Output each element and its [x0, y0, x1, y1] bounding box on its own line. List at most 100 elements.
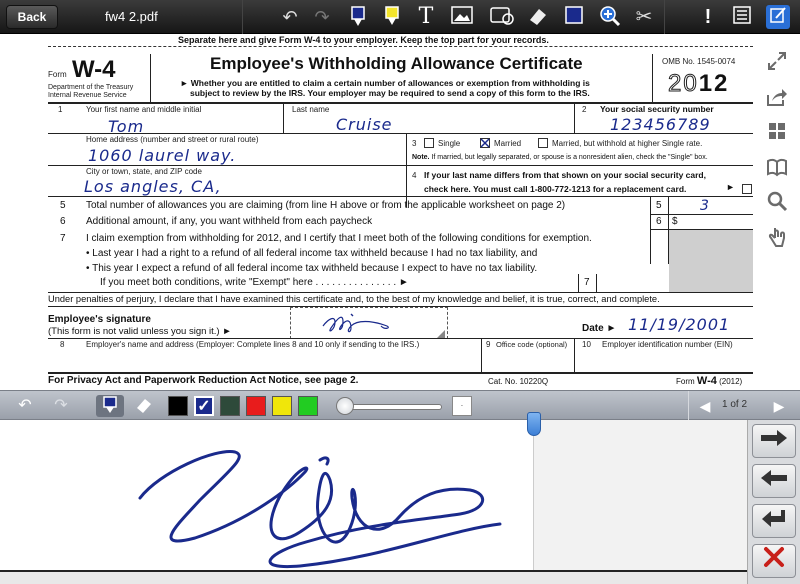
signature-label: Employee's signature — [48, 314, 151, 325]
cell-divider — [574, 338, 575, 374]
page-indicator: 1 of 2 — [722, 399, 748, 410]
ssn-field[interactable]: 123456789 — [610, 115, 711, 134]
married-higher-checkbox[interactable] — [538, 138, 548, 148]
search-icon[interactable] — [762, 190, 792, 220]
perjury-statement: Under penalties of perjury, I declare th… — [48, 294, 660, 304]
line7-text: I claim exemption from withholding for 2… — [86, 233, 592, 244]
signature-field[interactable] — [290, 307, 448, 339]
dollar-sign: $ — [672, 216, 678, 227]
stroke-width-slider[interactable] — [342, 404, 442, 410]
color-icon[interactable] — [562, 5, 586, 29]
color-swatch-black[interactable] — [168, 396, 188, 416]
page-list-icon[interactable] — [730, 5, 754, 29]
canvas-edge-handle[interactable] — [527, 412, 541, 436]
highlighter-icon[interactable] — [380, 5, 404, 29]
hand-icon[interactable] — [762, 226, 792, 256]
rule — [48, 372, 753, 374]
eraser-icon[interactable] — [132, 395, 156, 417]
line7-bullet1: • Last year I had a right to a refund of… — [86, 248, 538, 259]
privacy-notice: For Privacy Act and Paperwork Reduction … — [48, 375, 359, 386]
redo-icon[interactable]: ↷ — [310, 5, 334, 29]
catalog-number: Cat. No. 10220Q — [488, 377, 549, 386]
color-swatch-blue[interactable]: ✓ — [194, 396, 214, 416]
signature-canvas[interactable] — [0, 420, 533, 570]
scissors-icon[interactable]: ✂ — [632, 5, 656, 29]
cell-divider — [596, 274, 597, 292]
zoom-icon[interactable] — [598, 5, 622, 29]
line8-num: 8 — [60, 340, 65, 349]
line6-box: 6 — [656, 216, 662, 227]
name-differs-checkbox[interactable] — [742, 184, 752, 194]
married-label: Married — [494, 139, 522, 148]
shape-icon[interactable] — [490, 5, 514, 29]
color-swatch-yellow[interactable] — [272, 396, 292, 416]
share-icon[interactable] — [762, 86, 792, 116]
line6-text: Additional amount, if any, you want with… — [86, 216, 373, 227]
line7-exempt: If you meet both conditions, write "Exem… — [100, 277, 409, 288]
line5-text: Total number of allowances you are claim… — [86, 200, 566, 211]
color-swatch-green-dark[interactable] — [220, 396, 240, 416]
single-checkbox[interactable] — [424, 138, 434, 148]
pen-icon[interactable] — [96, 395, 124, 417]
line5-box: 5 — [656, 200, 662, 211]
prev-arrow-icon — [761, 470, 787, 486]
side-tools — [756, 34, 800, 390]
undo-icon[interactable]: ↶ — [14, 395, 36, 417]
tax-year: 2012 — [668, 70, 730, 98]
sign-icon[interactable] — [766, 5, 790, 29]
prev-page-icon[interactable]: ◀ — [696, 395, 714, 417]
line6-num: 6 — [60, 216, 66, 227]
shaded-box — [669, 230, 753, 292]
return-button[interactable] — [752, 504, 796, 538]
cell-divider — [481, 338, 482, 374]
attention-icon[interactable]: ! — [696, 5, 720, 29]
pen-icon[interactable] — [346, 5, 370, 29]
text-icon[interactable]: T — [414, 5, 438, 29]
signature-toolbar: ↶ ↷ ✓ · ◀ 1 of 2 ▶ — [0, 390, 800, 421]
cell-divider — [650, 196, 651, 264]
next-arrow-icon — [761, 430, 787, 446]
prev-arrow-button[interactable] — [752, 464, 796, 498]
image-icon[interactable] — [450, 5, 474, 29]
ssn-label: Your social security number — [600, 104, 714, 114]
next-page-icon[interactable]: ▶ — [770, 395, 788, 417]
back-button[interactable]: Back — [6, 5, 58, 29]
line5-num: 5 — [60, 200, 66, 211]
married-higher-label: Married, but withhold at higher Single r… — [552, 139, 703, 148]
eraser-icon[interactable] — [526, 5, 550, 29]
signature-pad-margin — [533, 420, 747, 570]
date-field[interactable]: 11/19/2001 — [628, 315, 730, 334]
rule — [48, 292, 753, 293]
filing-note: Note. If married, but legally separated,… — [412, 154, 708, 161]
city-field[interactable]: Los angles, CA, — [84, 177, 222, 196]
expand-icon[interactable] — [762, 50, 792, 80]
signature-nav-panel — [747, 420, 800, 584]
rule — [48, 165, 753, 166]
return-icon — [762, 510, 785, 527]
bottom-strip — [0, 572, 800, 584]
toolbar-divider — [688, 391, 689, 421]
w4-form-page: Separate here and give Form W-4 to your … — [0, 34, 756, 390]
rule — [650, 214, 753, 215]
header-divider — [652, 54, 653, 102]
last-name-field[interactable]: Cruise — [336, 115, 393, 134]
thumbnails-icon[interactable] — [762, 120, 792, 150]
field1-num: 1 — [58, 105, 63, 114]
toolbar-divider — [242, 0, 243, 34]
book-icon[interactable] — [762, 156, 792, 186]
color-swatch-green[interactable] — [298, 396, 318, 416]
address-field[interactable]: 1060 laurel way. — [88, 146, 236, 165]
form-label: Form — [48, 70, 67, 79]
color-swatch-red[interactable] — [246, 396, 266, 416]
next-arrow-button[interactable] — [752, 424, 796, 458]
field3-num: 3 — [412, 139, 417, 148]
allowances-field[interactable]: 3 — [700, 198, 710, 214]
undo-icon[interactable]: ↶ — [278, 5, 302, 29]
line8-label: Employer's name and address (Employer: C… — [86, 340, 420, 349]
date-label: Date ► — [582, 323, 617, 334]
close-button[interactable] — [752, 544, 796, 578]
married-checkbox[interactable] — [480, 138, 490, 148]
redo-icon[interactable]: ↷ — [50, 395, 72, 417]
line7-num: 7 — [60, 233, 66, 244]
slider-knob[interactable] — [336, 397, 354, 415]
